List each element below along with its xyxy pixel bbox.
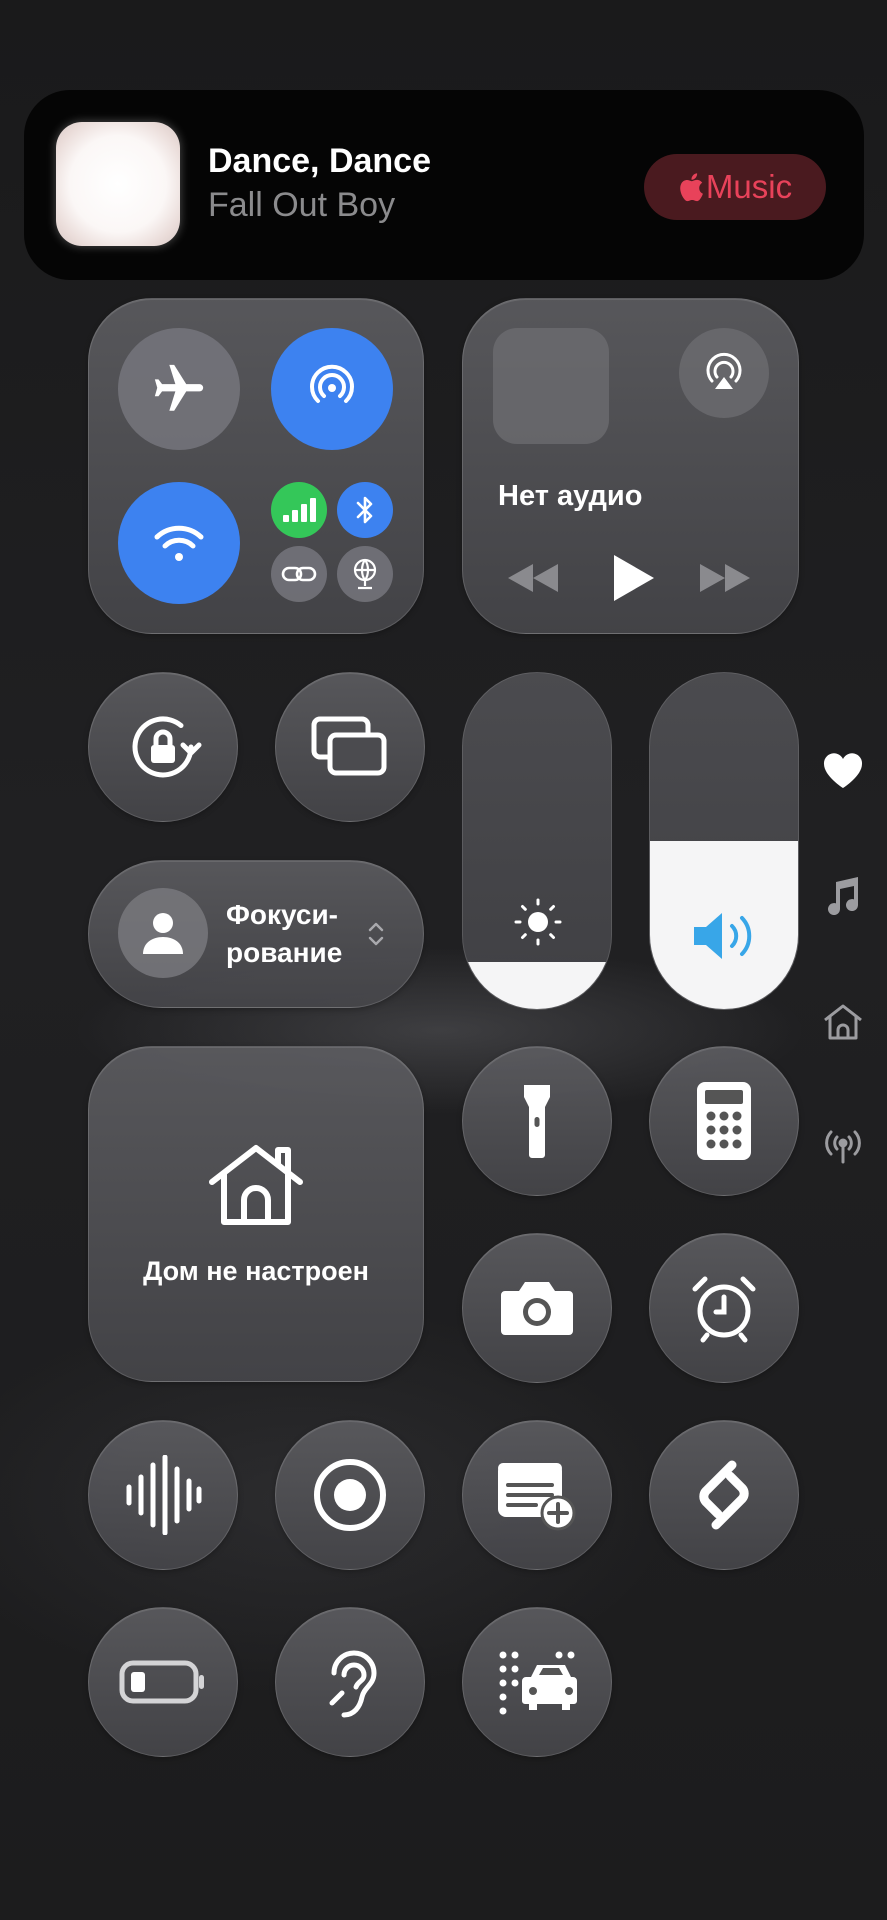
flashlight-icon bbox=[524, 1085, 550, 1158]
home-icon bbox=[206, 1142, 306, 1233]
sun-icon bbox=[514, 898, 562, 946]
low-power-button[interactable] bbox=[88, 1607, 238, 1757]
low-power-icon bbox=[119, 1660, 204, 1704]
airplay-button[interactable] bbox=[679, 328, 769, 418]
heart-icon bbox=[823, 753, 863, 788]
audio-artwork-placeholder bbox=[493, 328, 609, 444]
focus-label-text: Фокуси- рование bbox=[226, 899, 343, 968]
volume-slider[interactable] bbox=[649, 672, 799, 1010]
airplane-icon bbox=[154, 364, 204, 411]
focus-person-avatar bbox=[118, 888, 208, 978]
orientation-lock-icon bbox=[132, 716, 202, 778]
airplay-icon bbox=[706, 352, 742, 389]
voice-memo-button[interactable] bbox=[88, 1420, 238, 1570]
screen-record-button[interactable] bbox=[275, 1420, 425, 1570]
hearing-icon bbox=[329, 1650, 377, 1718]
speaker-icon bbox=[694, 913, 752, 959]
shazam-button[interactable] bbox=[649, 1420, 799, 1570]
focus-label: Фокуси- рование bbox=[226, 896, 342, 972]
home-page-indicator[interactable] bbox=[822, 1002, 864, 1047]
quick-note-button[interactable] bbox=[462, 1420, 612, 1570]
flashlight-button[interactable] bbox=[462, 1046, 612, 1196]
screen-record-icon bbox=[314, 1459, 386, 1531]
airplane-mode-button[interactable] bbox=[118, 328, 240, 450]
fast-forward-icon bbox=[700, 564, 750, 592]
audio-status-text: Нет аудио bbox=[498, 480, 643, 512]
play-button[interactable] bbox=[605, 550, 661, 606]
fast-forward-button[interactable] bbox=[697, 553, 753, 603]
vpn-globe-icon bbox=[353, 558, 377, 590]
home-label: Дом не настроен bbox=[143, 1256, 369, 1286]
camera-button[interactable] bbox=[462, 1233, 612, 1383]
brightness-slider[interactable] bbox=[462, 672, 612, 1010]
alarm-button[interactable] bbox=[649, 1233, 799, 1383]
album-artwork bbox=[56, 122, 180, 246]
apple-music-label: Music bbox=[705, 168, 793, 205]
calculator-icon bbox=[697, 1082, 751, 1160]
apple-music-button[interactable]: Music bbox=[644, 154, 826, 220]
camera-icon bbox=[501, 1282, 573, 1335]
airdrop-button[interactable] bbox=[271, 328, 393, 450]
brightness-fill bbox=[463, 961, 611, 1009]
alarm-icon bbox=[692, 1276, 756, 1343]
vpn-button[interactable] bbox=[337, 546, 393, 602]
orientation-lock-button[interactable] bbox=[88, 672, 238, 822]
wifi-icon bbox=[154, 525, 204, 561]
apple-logo-icon bbox=[680, 173, 703, 202]
shazam-icon bbox=[699, 1460, 749, 1530]
chevron-updown-icon bbox=[366, 919, 386, 954]
hearing-button[interactable] bbox=[275, 1607, 425, 1757]
vehicle-motion-cues-button[interactable] bbox=[462, 1607, 612, 1757]
music-page-indicator[interactable] bbox=[824, 876, 860, 923]
vehicle-motion-cues-icon bbox=[499, 1651, 577, 1715]
screen-mirroring-button[interactable] bbox=[275, 672, 425, 822]
music-note-icon bbox=[828, 877, 859, 916]
track-title: Dance, Dance bbox=[208, 142, 431, 180]
favorites-page-indicator[interactable] bbox=[822, 752, 864, 795]
quick-note-icon bbox=[498, 1463, 576, 1531]
bluetooth-button[interactable] bbox=[337, 482, 393, 538]
airdrop-icon bbox=[310, 364, 354, 403]
wifi-button[interactable] bbox=[118, 482, 240, 604]
personal-hotspot-icon bbox=[281, 566, 317, 582]
home-icon bbox=[824, 1004, 862, 1040]
cellular-button[interactable] bbox=[271, 482, 327, 538]
track-artist: Fall Out Boy bbox=[208, 186, 396, 224]
rewind-button[interactable] bbox=[505, 553, 561, 603]
cellular-icon bbox=[283, 498, 316, 522]
bluetooth-icon bbox=[356, 496, 373, 524]
play-icon bbox=[614, 555, 654, 601]
rewind-icon bbox=[508, 564, 558, 592]
person-icon bbox=[143, 913, 183, 954]
screen-mirroring-icon bbox=[311, 716, 387, 776]
antenna-icon bbox=[825, 1130, 861, 1164]
calculator-button[interactable] bbox=[649, 1046, 799, 1196]
personal-hotspot-button[interactable] bbox=[271, 546, 327, 602]
voice-memo-icon bbox=[126, 1455, 202, 1535]
connectivity-page-indicator[interactable] bbox=[822, 1128, 864, 1169]
